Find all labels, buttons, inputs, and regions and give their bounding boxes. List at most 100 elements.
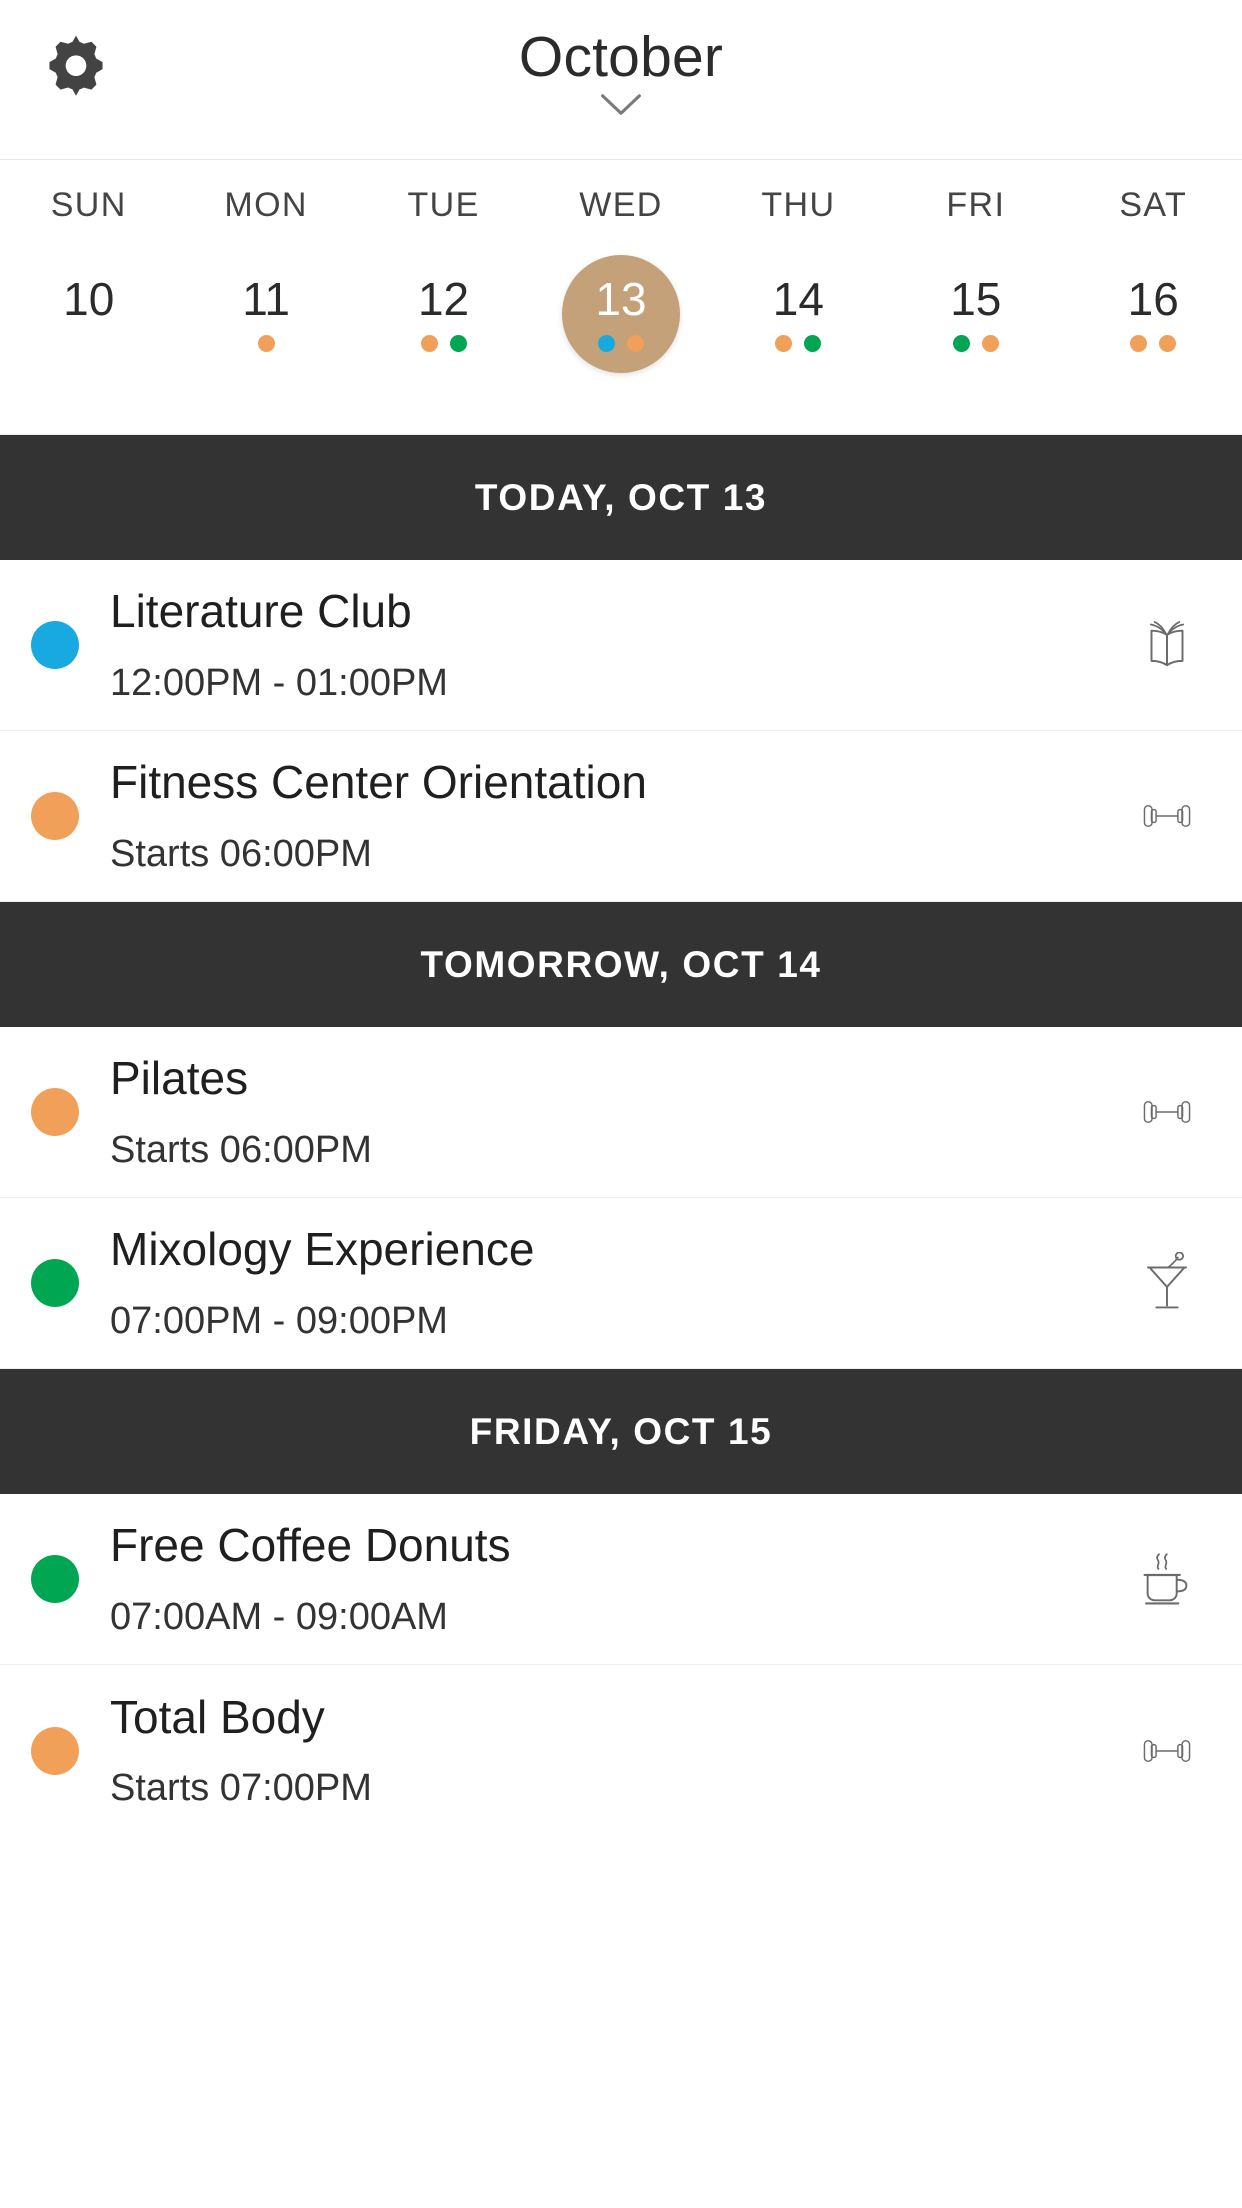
event-indicator-dot — [1159, 335, 1177, 352]
day-of-week-label: WED — [579, 186, 663, 224]
date-number: 15 — [950, 273, 1002, 325]
event-indicator-dot — [981, 335, 999, 352]
day-section-header: TODAY, OCT 13 — [0, 435, 1242, 560]
dumbbell-icon — [1092, 799, 1242, 833]
open-book-icon — [1092, 617, 1242, 673]
date-cell-13[interactable]: 13 — [532, 255, 709, 373]
event-row[interactable]: Pilates Starts 06:00PM — [0, 1027, 1242, 1198]
date-number: 10 — [63, 273, 115, 325]
day-of-week-label: FRI — [946, 186, 1006, 224]
day-section-header: FRIDAY, OCT 15 — [0, 1369, 1242, 1494]
day-of-week-label: TUE — [407, 186, 480, 224]
date-cell-16[interactable]: 16 — [1065, 255, 1242, 373]
event-color-dot-container — [0, 792, 110, 840]
date-circle[interactable]: 15 — [917, 255, 1035, 373]
event-color-dot-container — [0, 1259, 110, 1307]
dumbbell-icon — [1092, 1095, 1242, 1129]
cocktail-icon — [1092, 1252, 1242, 1314]
day-of-week-label: SAT — [1119, 186, 1188, 224]
date-cell-14[interactable]: 14 — [710, 255, 887, 373]
date-circle[interactable]: 10 — [30, 255, 148, 373]
event-details: Free Coffee Donuts 07:00AM - 09:00AM — [110, 1520, 1092, 1637]
event-title: Mixology Experience — [110, 1223, 535, 1276]
event-color-dot — [31, 1726, 79, 1775]
event-indicator-dot — [597, 335, 615, 352]
event-title: Literature Club — [110, 585, 412, 638]
agenda-list: TODAY, OCT 13 Literature Club 12:00PM - 01… — [0, 435, 1242, 1836]
event-color-dot — [31, 1088, 79, 1136]
day-of-week-label: MON — [224, 186, 308, 224]
dumbbell-icon — [1092, 1734, 1242, 1768]
event-row[interactable]: Total Body Starts 07:00PM — [0, 1665, 1242, 1836]
event-indicator-dot — [775, 335, 793, 352]
event-indicator-dots — [952, 335, 999, 352]
event-color-dot — [31, 621, 79, 669]
date-number: 11 — [242, 273, 290, 325]
day-of-week-row: SUN MON TUE WED THU FRI SAT — [0, 186, 1242, 225]
event-indicator-dots — [257, 335, 275, 352]
event-time: 12:00PM - 01:00PM — [110, 661, 448, 704]
event-color-dot-container — [0, 1088, 110, 1136]
coffee-cup-icon — [1092, 1548, 1242, 1610]
date-cell-12[interactable]: 12 — [355, 255, 532, 373]
event-indicator-dot — [449, 335, 467, 352]
event-indicator-dot — [257, 335, 275, 352]
event-details: Mixology Experience 07:00PM - 09:00PM — [110, 1224, 1092, 1341]
event-color-dot-container — [0, 621, 110, 669]
event-details: Total Body Starts 07:00PM — [110, 1692, 1092, 1809]
calendar-app-screen: October SUN MON TUE WED THU FRI SAT 10 11 12 13 14… — [0, 0, 1242, 2208]
date-circle[interactable]: 14 — [739, 255, 857, 373]
date-cell-10[interactable]: 10 — [0, 255, 177, 373]
event-indicator-dot — [804, 335, 822, 352]
event-color-dot — [31, 1555, 79, 1603]
event-title: Free Coffee Donuts — [110, 1519, 511, 1572]
event-time: Starts 06:00PM — [110, 832, 372, 875]
date-row: 10 11 12 13 14 15 16 — [0, 255, 1242, 373]
event-indicator-dots — [1130, 335, 1177, 352]
selected-date-circle[interactable]: 13 — [561, 255, 680, 373]
event-details: Fitness Center Orientation Starts 06:00PM — [110, 757, 1092, 874]
app-header: October — [0, 0, 1242, 160]
event-row[interactable]: Free Coffee Donuts 07:00AM - 09:00AM — [0, 1494, 1242, 1665]
event-details: Pilates Starts 06:00PM — [110, 1053, 1092, 1170]
date-number: 12 — [417, 273, 470, 325]
event-indicator-dot — [626, 335, 644, 352]
event-time: Starts 07:00PM — [110, 1767, 372, 1810]
day-section-header-label: FRIDAY, OCT 15 — [469, 1410, 773, 1452]
event-time: Starts 06:00PM — [110, 1128, 372, 1171]
event-indicator-dot — [952, 335, 970, 352]
event-title: Fitness Center Orientation — [110, 756, 647, 809]
event-color-dot-container — [0, 1726, 110, 1775]
date-circle[interactable]: 11 — [207, 255, 325, 373]
week-strip: SUN MON TUE WED THU FRI SAT 10 11 12 13 14 15 16 — [0, 160, 1242, 435]
day-section-header: TOMORROW, OCT 14 — [0, 902, 1242, 1027]
month-selector[interactable]: October — [0, 25, 1242, 118]
day-section-header-label: TOMORROW, OCT 14 — [420, 943, 822, 985]
event-time: 07:00AM - 09:00AM — [110, 1595, 448, 1638]
day-of-week-label: THU — [761, 186, 836, 224]
chevron-down-icon[interactable] — [599, 92, 643, 118]
date-cell-11[interactable]: 11 — [177, 255, 354, 373]
event-indicator-dot — [420, 335, 438, 352]
day-of-week-label: SUN — [50, 186, 127, 224]
event-title: Pilates — [110, 1052, 249, 1105]
event-color-dot-container — [0, 1555, 110, 1603]
event-details: Literature Club 12:00PM - 01:00PM — [110, 586, 1092, 703]
event-indicator-dots — [420, 335, 467, 352]
date-circle[interactable]: 12 — [385, 255, 503, 373]
event-indicator-dots — [775, 335, 822, 352]
event-title: Total Body — [110, 1690, 325, 1743]
event-row[interactable]: Mixology Experience 07:00PM - 09:00PM — [0, 1198, 1242, 1369]
event-time: 07:00PM - 09:00PM — [110, 1299, 448, 1342]
event-row[interactable]: Fitness Center Orientation Starts 06:00PM — [0, 731, 1242, 902]
date-cell-15[interactable]: 15 — [887, 255, 1064, 373]
event-color-dot — [31, 792, 79, 840]
date-number: 13 — [595, 273, 647, 325]
month-title: October — [518, 25, 724, 89]
event-row[interactable]: Literature Club 12:00PM - 01:00PM — [0, 560, 1242, 731]
event-color-dot — [31, 1259, 79, 1307]
date-circle[interactable]: 16 — [1094, 255, 1212, 373]
day-section-header-label: TODAY, OCT 13 — [474, 476, 768, 518]
event-indicator-dots — [597, 335, 644, 352]
date-number: 16 — [1127, 273, 1179, 325]
